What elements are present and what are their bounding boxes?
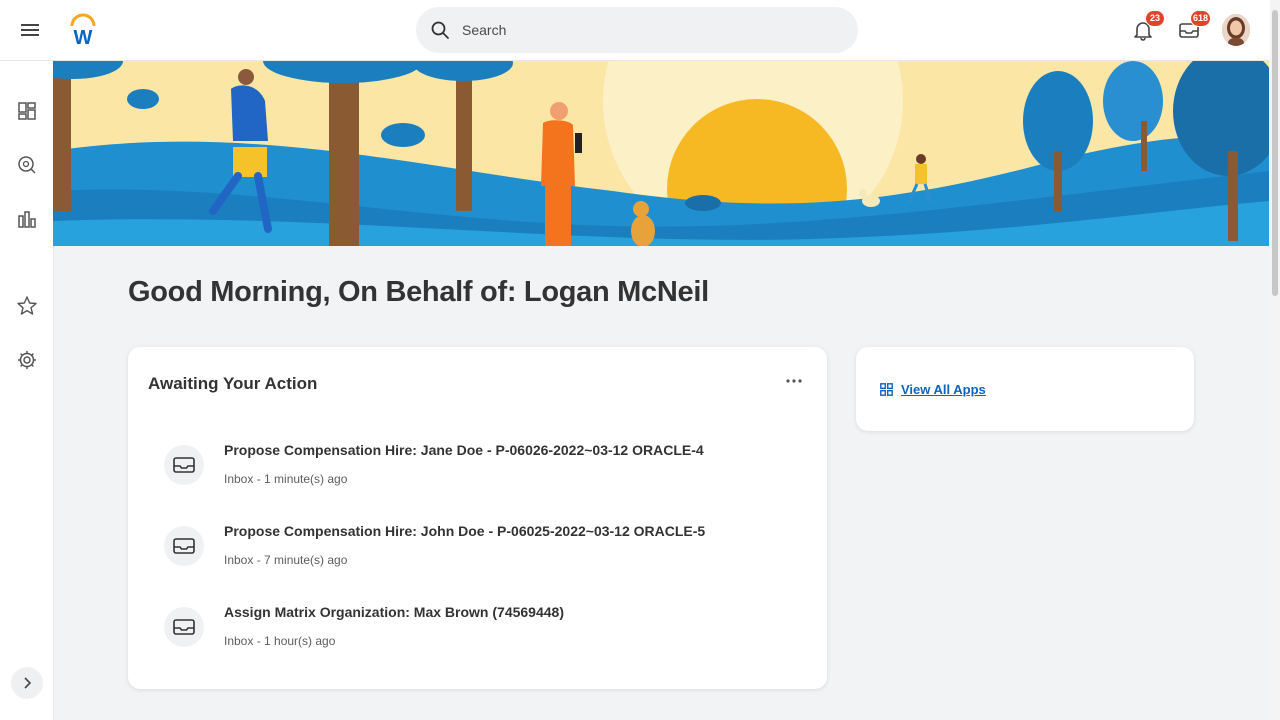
inbox-tray-icon <box>164 607 204 647</box>
page-greeting: Good Morning, On Behalf of: Logan McNeil <box>128 276 709 308</box>
inbox-item-title[interactable]: Propose Compensation Hire: Jane Doe - P-… <box>224 442 704 458</box>
inbox-item-3[interactable]: Assign Matrix Organization: Max Brown (7… <box>164 604 764 657</box>
apps-grid-icon[interactable] <box>16 100 38 122</box>
chart-bars-icon[interactable] <box>16 208 38 230</box>
inbox-item-title[interactable]: Propose Compensation Hire: John Doe - P-… <box>224 523 705 539</box>
expand-rail-button[interactable] <box>11 667 43 699</box>
scrollbar-thumb[interactable] <box>1272 10 1278 296</box>
inbox-item-1[interactable]: Propose Compensation Hire: Jane Doe - P-… <box>164 442 764 495</box>
inbox-badge: 618 <box>1190 10 1212 27</box>
view-all-apps-link[interactable]: View All Apps <box>880 382 986 397</box>
inbox-item-meta: Inbox - 7 minute(s) ago <box>224 553 348 567</box>
inbox-item-meta: Inbox - 1 hour(s) ago <box>224 634 336 648</box>
search-input[interactable] <box>460 21 824 39</box>
left-rail <box>0 61 54 720</box>
search-icon <box>431 21 449 39</box>
apps-grid-icon <box>880 383 893 396</box>
more-options-icon[interactable] <box>783 373 805 389</box>
inbox-item-title[interactable]: Assign Matrix Organization: Max Brown (7… <box>224 604 564 620</box>
search-bar[interactable] <box>416 7 858 53</box>
menu-icon[interactable] <box>18 18 42 42</box>
inbox-tray-icon <box>164 526 204 566</box>
view-all-apps-label[interactable]: View All Apps <box>901 382 986 397</box>
hero-banner <box>53 61 1269 246</box>
inbox-item-meta: Inbox - 1 minute(s) ago <box>224 472 348 486</box>
top-bar: W 23 618 <box>0 0 1270 61</box>
inbox-tray-icon <box>164 445 204 485</box>
banner-illustration <box>53 61 1269 246</box>
awaiting-action-card: Awaiting Your Action Propose Compensatio… <box>128 347 827 689</box>
awaiting-action-title: Awaiting Your Action <box>148 374 318 393</box>
apps-card: View All Apps <box>856 347 1194 431</box>
notifications-badge: 23 <box>1145 10 1165 27</box>
inbox-item-2[interactable]: Propose Compensation Hire: John Doe - P-… <box>164 523 764 576</box>
gear-icon[interactable] <box>16 349 38 371</box>
avatar[interactable] <box>1222 14 1250 46</box>
svg-text:W: W <box>74 27 93 48</box>
star-icon[interactable] <box>16 295 38 317</box>
chevron-right-icon <box>24 677 32 689</box>
workday-logo[interactable]: W <box>66 12 100 48</box>
search-discover-icon[interactable] <box>16 154 38 176</box>
